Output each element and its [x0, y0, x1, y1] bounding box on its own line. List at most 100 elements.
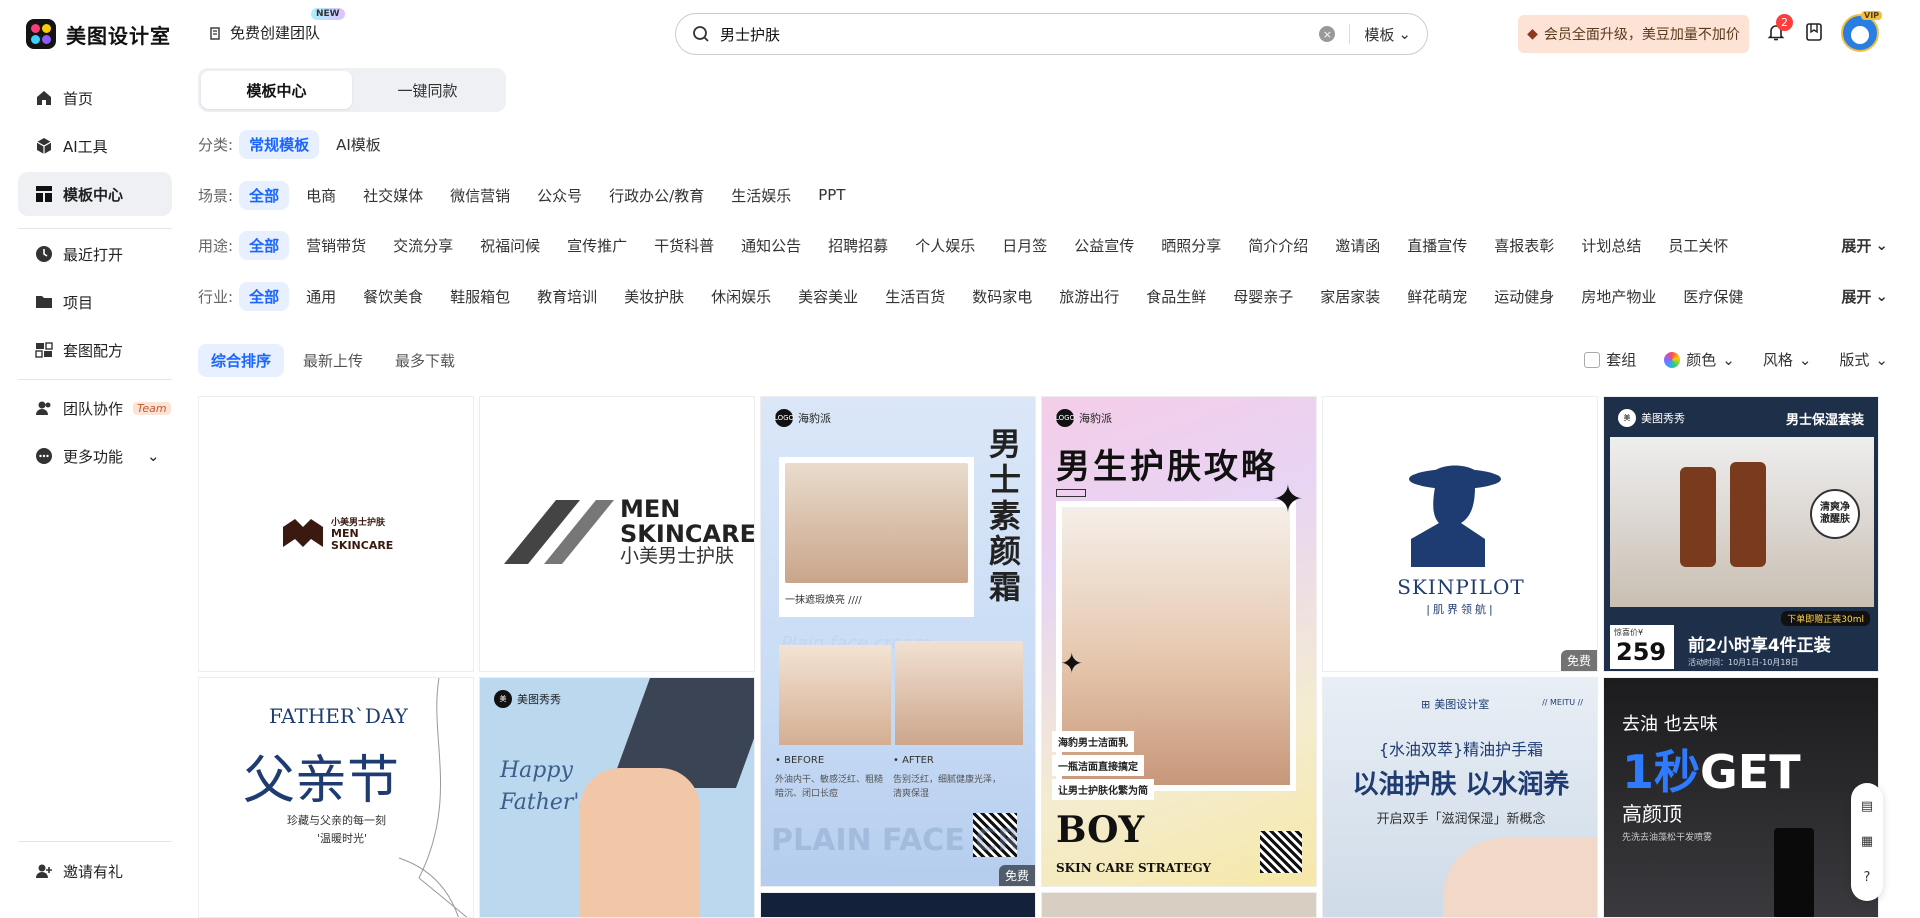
sidebar-item-recipes[interactable]: 套图配方 — [18, 328, 172, 372]
search-type-dropdown[interactable]: 模板 ⌄ — [1364, 24, 1411, 45]
filter-chip[interactable]: 休闲娱乐 — [701, 282, 781, 311]
create-team-button[interactable]: 免费创建团队 NEW — [208, 8, 345, 43]
search-bar[interactable]: 男士护肤 × 模板 ⌄ — [675, 13, 1428, 55]
sort-option[interactable]: 最新上传 — [290, 344, 376, 377]
filter-chip[interactable]: 医疗保健 — [1673, 282, 1753, 311]
usage-expand-button[interactable]: 展开 ⌄ — [1841, 235, 1888, 256]
card-text: MEN — [620, 495, 681, 523]
sidebar-item-recent[interactable]: 最近打开 — [18, 232, 172, 276]
filter-chip[interactable]: 晒照分享 — [1151, 231, 1231, 260]
template-card[interactable]: FATHER`DAY 父亲节 珍藏与父亲的每一刻 '温暖时光' — [198, 677, 474, 918]
notification-button[interactable]: 2 — [1764, 14, 1793, 44]
template-card[interactable]: SKINPILOT |肌界领航| 免费 — [1322, 396, 1598, 672]
template-card[interactable]: 美美图秀秀 Happy Father's Day — [479, 677, 755, 918]
template-card[interactable]: 美美图秀秀 男士保湿套装 清爽净澈醒肤 下单即赠正装30ml 惊喜价¥ 259 … — [1603, 396, 1879, 672]
filter-chip[interactable]: 祝福问候 — [470, 231, 550, 260]
filter-chip[interactable]: 美容美业 — [788, 282, 868, 311]
document-button[interactable] — [1802, 20, 1826, 44]
filter-chip[interactable]: 简介介绍 — [1238, 231, 1318, 260]
filter-chip[interactable]: 运动健身 — [1484, 282, 1564, 311]
filter-chip[interactable]: 电商 — [296, 181, 346, 210]
filter-chip[interactable]: 邀请函 — [1325, 231, 1390, 260]
filter-chip[interactable]: 交流分享 — [383, 231, 463, 260]
suite-checkbox[interactable]: 套组 — [1584, 349, 1636, 370]
filter-chip[interactable]: 全部 — [239, 180, 290, 210]
document-icon[interactable]: ▤ — [1861, 799, 1873, 814]
filter-chip[interactable]: 公益宣传 — [1064, 231, 1144, 260]
card-title: 男士素颜霜 — [989, 425, 1022, 607]
filter-chip[interactable]: 营销带货 — [296, 231, 376, 260]
filter-chip[interactable]: 数码家电 — [962, 282, 1042, 311]
chevron-down-icon: ⌄ — [1875, 236, 1888, 254]
filter-chip[interactable]: 宣传推广 — [557, 231, 637, 260]
filter-chip[interactable]: 计划总结 — [1571, 231, 1651, 260]
color-dropdown[interactable]: 颜色 ⌄ — [1664, 349, 1735, 370]
template-card[interactable]: 去油 也去味 1秒GET 高颜顶 先洗去油藻松干发喷雾 — [1603, 677, 1879, 918]
sort-option[interactable]: 最多下载 — [382, 344, 468, 377]
industry-expand-button[interactable]: 展开 ⌄ — [1841, 286, 1888, 307]
template-card[interactable] — [1041, 892, 1317, 918]
sort-option[interactable]: 综合排序 — [198, 344, 285, 377]
filter-chip[interactable]: 社交媒体 — [353, 181, 433, 210]
template-card[interactable]: LOGO 海豹派 男生护肤攻略 ✦ ✦ 海豹男士洁面乳 一瓶洁面直接搞定 让男士护… — [1041, 396, 1317, 887]
filter-chip[interactable]: 生活娱乐 — [721, 181, 801, 210]
filter-chip[interactable]: 母婴亲子 — [1223, 282, 1303, 311]
help-icon[interactable]: ? — [1864, 870, 1871, 885]
filter-chip[interactable]: 员工关怀 — [1658, 231, 1738, 260]
filter-chip[interactable]: 喜报表彰 — [1484, 231, 1564, 260]
sidebar-item-label: 模板中心 — [63, 185, 124, 204]
filter-chip[interactable]: 全部 — [239, 281, 290, 311]
sidebar-item-templates[interactable]: 模板中心 — [18, 172, 172, 216]
filter-chip[interactable]: 美妆护肤 — [614, 282, 694, 311]
filter-chip[interactable]: 餐饮美食 — [353, 282, 433, 311]
filter-chip[interactable]: 全部 — [239, 230, 290, 260]
tab-one-click-same[interactable]: 一键同款 — [352, 71, 503, 109]
template-card[interactable]: MEN SKINCARE 小美男士护肤 — [479, 396, 755, 672]
filter-chip[interactable]: 干货科普 — [644, 231, 724, 260]
filter-chip[interactable]: 常规模板 — [239, 129, 320, 159]
filter-chip[interactable]: 公众号 — [527, 181, 592, 210]
card-text: SKIN CARE STRATEGY — [1056, 861, 1212, 875]
app-logo[interactable]: 美图设计室 — [26, 19, 171, 49]
filter-chip[interactable]: 鞋服箱包 — [440, 282, 520, 311]
filter-chip[interactable]: 房地产物业 — [1571, 282, 1666, 311]
search-input[interactable]: 男士护肤 — [720, 24, 1319, 45]
vip-upgrade-banner[interactable]: ◆ 会员全面升级，美豆加量不加价 — [1518, 15, 1749, 53]
filter-chip[interactable]: 教育培训 — [527, 282, 607, 311]
tab-template-center[interactable]: 模板中心 — [201, 71, 352, 109]
filter-chip[interactable]: 鲜花萌宠 — [1397, 282, 1477, 311]
filter-chip[interactable]: PPT — [808, 182, 855, 208]
filter-chip[interactable]: 招聘招募 — [818, 231, 898, 260]
format-dropdown[interactable]: 版式 ⌄ — [1839, 349, 1888, 370]
filter-chip[interactable]: 直播宣传 — [1397, 231, 1477, 260]
filter-chip[interactable]: 食品生鲜 — [1136, 282, 1216, 311]
sidebar-item-invite[interactable]: 邀请有礼 — [18, 849, 172, 893]
template-card[interactable]: 小美男士护肤 MEN SKINCARE — [198, 396, 474, 672]
sidebar-item-ai-tools[interactable]: AI工具 — [18, 124, 172, 168]
sidebar-item-projects[interactable]: 项目 — [18, 280, 172, 324]
price-box: 惊喜价¥ 259 — [1610, 625, 1674, 669]
card-title: 以油护肤 以水润养 — [1352, 770, 1570, 800]
feedback-icon[interactable]: ▦ — [1861, 834, 1873, 849]
filter-chip[interactable]: 个人娱乐 — [905, 231, 985, 260]
template-card[interactable]: ⊞ 美图设计室 // MEITU // {水油双萃}精油护手霜 以油护肤 以水润养… — [1322, 677, 1598, 918]
style-dropdown[interactable]: 风格 ⌄ — [1763, 349, 1812, 370]
filter-chip[interactable]: 家居家装 — [1310, 282, 1390, 311]
sidebar-item-more[interactable]: 更多功能 ⌄ — [18, 434, 172, 478]
card-text: 告别泛红，细腻健康光泽，清爽保湿 — [893, 775, 1002, 799]
filter-chip[interactable]: 微信营销 — [440, 181, 520, 210]
filter-chip[interactable]: 生活百货 — [875, 282, 955, 311]
clear-icon[interactable]: × — [1319, 26, 1336, 42]
filter-chip[interactable]: 旅游出行 — [1049, 282, 1129, 311]
filter-chip[interactable]: 日月签 — [992, 231, 1057, 260]
template-card[interactable]: LOGO 海豹派 一抹遮瑕焕亮 //// 男士素颜霜 Plain face cre… — [760, 396, 1036, 887]
filter-chip[interactable]: 行政办公/教育 — [599, 181, 714, 210]
sidebar-item-home[interactable]: 首页 — [18, 76, 172, 120]
free-badge: 免费 — [1560, 650, 1597, 671]
template-card[interactable] — [760, 892, 1036, 918]
filter-chip[interactable]: 通知公告 — [731, 231, 811, 260]
filter-chip[interactable]: 通用 — [296, 282, 346, 311]
filter-chip[interactable]: AI模板 — [326, 130, 391, 159]
card-text: BOY — [1056, 809, 1145, 851]
sidebar-item-team[interactable]: 团队协作 Team — [18, 386, 172, 430]
